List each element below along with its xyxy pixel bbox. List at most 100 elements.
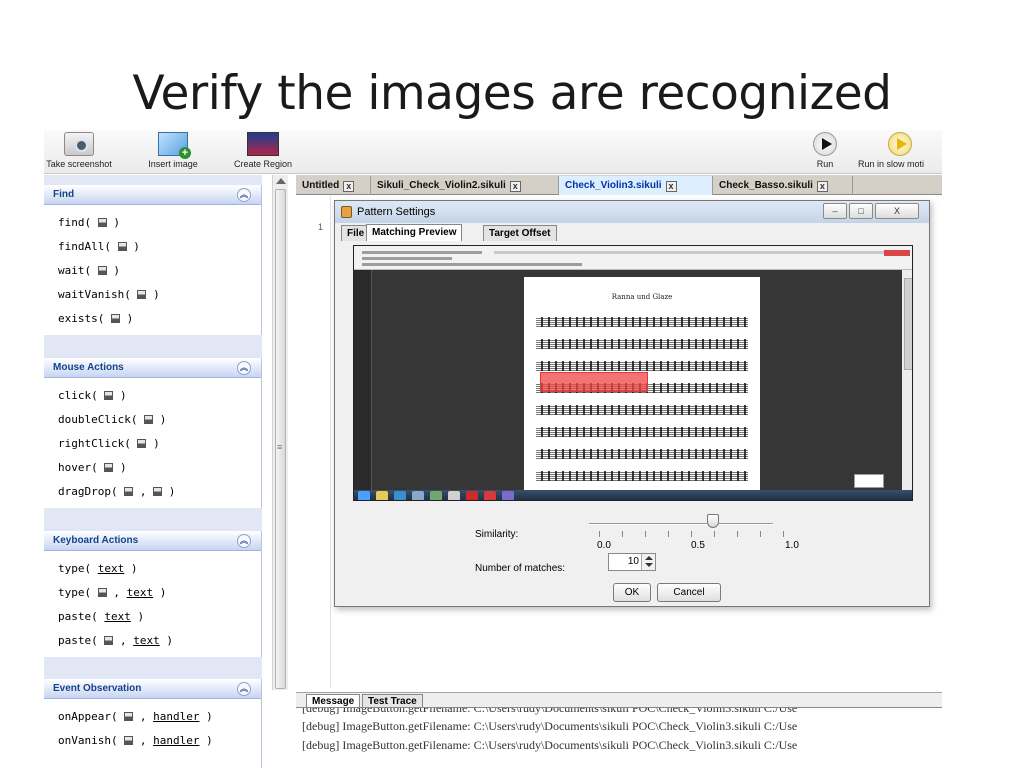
create-region-button[interactable]: Create Region (228, 132, 298, 174)
image-thumb-icon (110, 314, 120, 323)
param-text: text (97, 562, 125, 575)
tab-untitled[interactable]: Untitled x (296, 176, 371, 195)
spinner-arrows-icon[interactable] (641, 554, 655, 570)
cmd-close: ) (113, 389, 127, 402)
cmd-separator: , (133, 734, 154, 747)
command-sidebar: Find ︽ find( ) findAll( ) wait( ) waitVa… (44, 175, 262, 768)
cmd-label: hover( (58, 461, 98, 474)
line-number: 1 (318, 222, 324, 232)
find-panel-header[interactable]: Find ︽ (44, 185, 261, 205)
image-thumb-icon (117, 242, 127, 251)
line-gutter: 1 (296, 196, 331, 688)
scroll-up-icon[interactable] (276, 178, 286, 184)
tab-target-offset[interactable]: Target Offset (483, 225, 557, 241)
scroll-thumb[interactable] (275, 189, 286, 689)
param-text: text (133, 634, 160, 647)
tab-check-basso[interactable]: Check_Basso.sikuli x (713, 176, 853, 195)
number-of-matches-spinner[interactable]: 10 (608, 553, 656, 571)
cmd-label: waitVanish( (58, 288, 131, 301)
splitter-grip-icon[interactable]: ≡ (277, 442, 282, 452)
cmd-paste-image-text[interactable]: paste( , text ) (44, 629, 261, 653)
run-slow-button[interactable]: Run in slow moti (858, 132, 942, 174)
message-console: [debug] ImageButton.getFilename: C:\User… (296, 707, 942, 768)
take-screenshot-label: Take screenshot (46, 159, 112, 169)
cmd-find[interactable]: find( ) (44, 211, 261, 235)
keyboard-actions-header[interactable]: Keyboard Actions ︽ (44, 531, 261, 551)
region-icon (247, 132, 279, 156)
matches-value: 10 (627, 556, 639, 567)
sheet-music-title: Ranna und Glaze (611, 293, 673, 301)
cmd-label: onVanish( (58, 734, 118, 747)
close-tab-icon[interactable]: x (343, 181, 355, 192)
cmd-onappear[interactable]: onAppear( , handler ) (44, 705, 261, 729)
cmd-doubleclick[interactable]: doubleClick( ) (44, 408, 261, 432)
similarity-label: Similarity: (475, 529, 519, 540)
cmd-paste-text[interactable]: paste( text ) (44, 605, 261, 629)
camera-icon (64, 132, 94, 156)
mouse-actions-header[interactable]: Mouse Actions ︽ (44, 358, 261, 378)
find-panel-title: Find (53, 189, 75, 200)
collapse-icon[interactable]: ︽ (237, 682, 251, 696)
toolbar: Take screenshot Insert image Create Regi… (44, 130, 942, 174)
param-handler: handler (153, 734, 200, 747)
image-thumb-icon (124, 712, 134, 721)
cmd-label: rightClick( (58, 437, 131, 450)
cmd-label: wait( (58, 264, 92, 277)
preview-scrollbar (902, 270, 912, 490)
collapse-icon[interactable]: ︽ (237, 534, 251, 548)
minimize-icon[interactable]: – (823, 203, 847, 219)
take-screenshot-button[interactable]: Take screenshot (44, 132, 120, 174)
cmd-click[interactable]: click( ) (44, 384, 261, 408)
insert-image-label: Insert image (148, 159, 198, 169)
cmd-type-text[interactable]: type( text ) (44, 557, 261, 581)
sidebar-scrollbar[interactable] (272, 175, 288, 690)
param-text: text (126, 586, 154, 599)
cmd-separator: , (133, 710, 154, 723)
event-observation-title: Event Observation (53, 683, 142, 694)
cmd-close: ) (162, 485, 176, 498)
similarity-slider[interactable] (589, 523, 773, 525)
maximize-icon[interactable]: □ (849, 203, 873, 219)
collapse-icon[interactable]: ︽ (237, 361, 251, 375)
tab-sikuli-check-violin2[interactable]: Sikuli_Check_Violin2.sikuli x (371, 176, 559, 195)
console-line: [debug] ImageButton.getFilename: C:\User… (302, 738, 798, 752)
image-thumb-icon (97, 266, 107, 275)
cmd-close: ) (199, 734, 213, 747)
similarity-slider-thumb[interactable] (707, 514, 719, 528)
dialog-titlebar[interactable]: Pattern Settings – □ X (335, 201, 929, 223)
close-tab-icon[interactable]: x (816, 181, 828, 192)
cmd-dragdrop[interactable]: dragDrop( , ) (44, 480, 261, 504)
ok-button[interactable]: OK (613, 583, 651, 602)
similarity-tick-mid: 0.5 (691, 540, 705, 551)
close-icon[interactable]: X (875, 203, 919, 219)
cmd-findall[interactable]: findAll( ) (44, 235, 261, 259)
cmd-rightclick[interactable]: rightClick( ) (44, 432, 261, 456)
cmd-close: ) (146, 437, 160, 450)
java-icon (341, 206, 352, 218)
cmd-close: ) (106, 216, 120, 229)
tab-matching-preview[interactable]: Matching Preview (366, 224, 463, 241)
cmd-wait[interactable]: wait( ) (44, 259, 261, 283)
image-thumb-icon (124, 736, 134, 745)
cmd-type-image-text[interactable]: type( , text ) (44, 581, 261, 605)
close-tab-icon[interactable]: x (665, 181, 677, 192)
param-text: text (104, 610, 131, 623)
collapse-icon[interactable]: ︽ (237, 188, 251, 202)
insert-image-button[interactable]: Insert image (140, 132, 206, 174)
event-observation-header[interactable]: Event Observation ︽ (44, 679, 261, 699)
preview-notification (854, 474, 884, 488)
cmd-exists[interactable]: exists( ) (44, 307, 261, 331)
cmd-hover[interactable]: hover( ) (44, 456, 261, 480)
run-button[interactable]: Run (810, 132, 840, 174)
mouse-actions-panel: Mouse Actions ︽ click( ) doubleClick( ) … (44, 358, 262, 508)
matching-preview-image: Ranna und Glaze (353, 245, 913, 501)
cmd-waitvanish[interactable]: waitVanish( ) (44, 283, 261, 307)
console-line: [debug] ImageButton.getFilename: C:\User… (302, 719, 798, 733)
tab-check-violin3[interactable]: Check_Violin3.sikuli x (559, 176, 713, 195)
cmd-label: onAppear( (58, 710, 118, 723)
run-slow-label: Run in slow moti (858, 159, 925, 169)
keyboard-actions-title: Keyboard Actions (53, 535, 139, 546)
close-tab-icon[interactable]: x (509, 181, 521, 192)
cmd-onvanish[interactable]: onVanish( , handler ) (44, 729, 261, 753)
cancel-button[interactable]: Cancel (657, 583, 721, 602)
